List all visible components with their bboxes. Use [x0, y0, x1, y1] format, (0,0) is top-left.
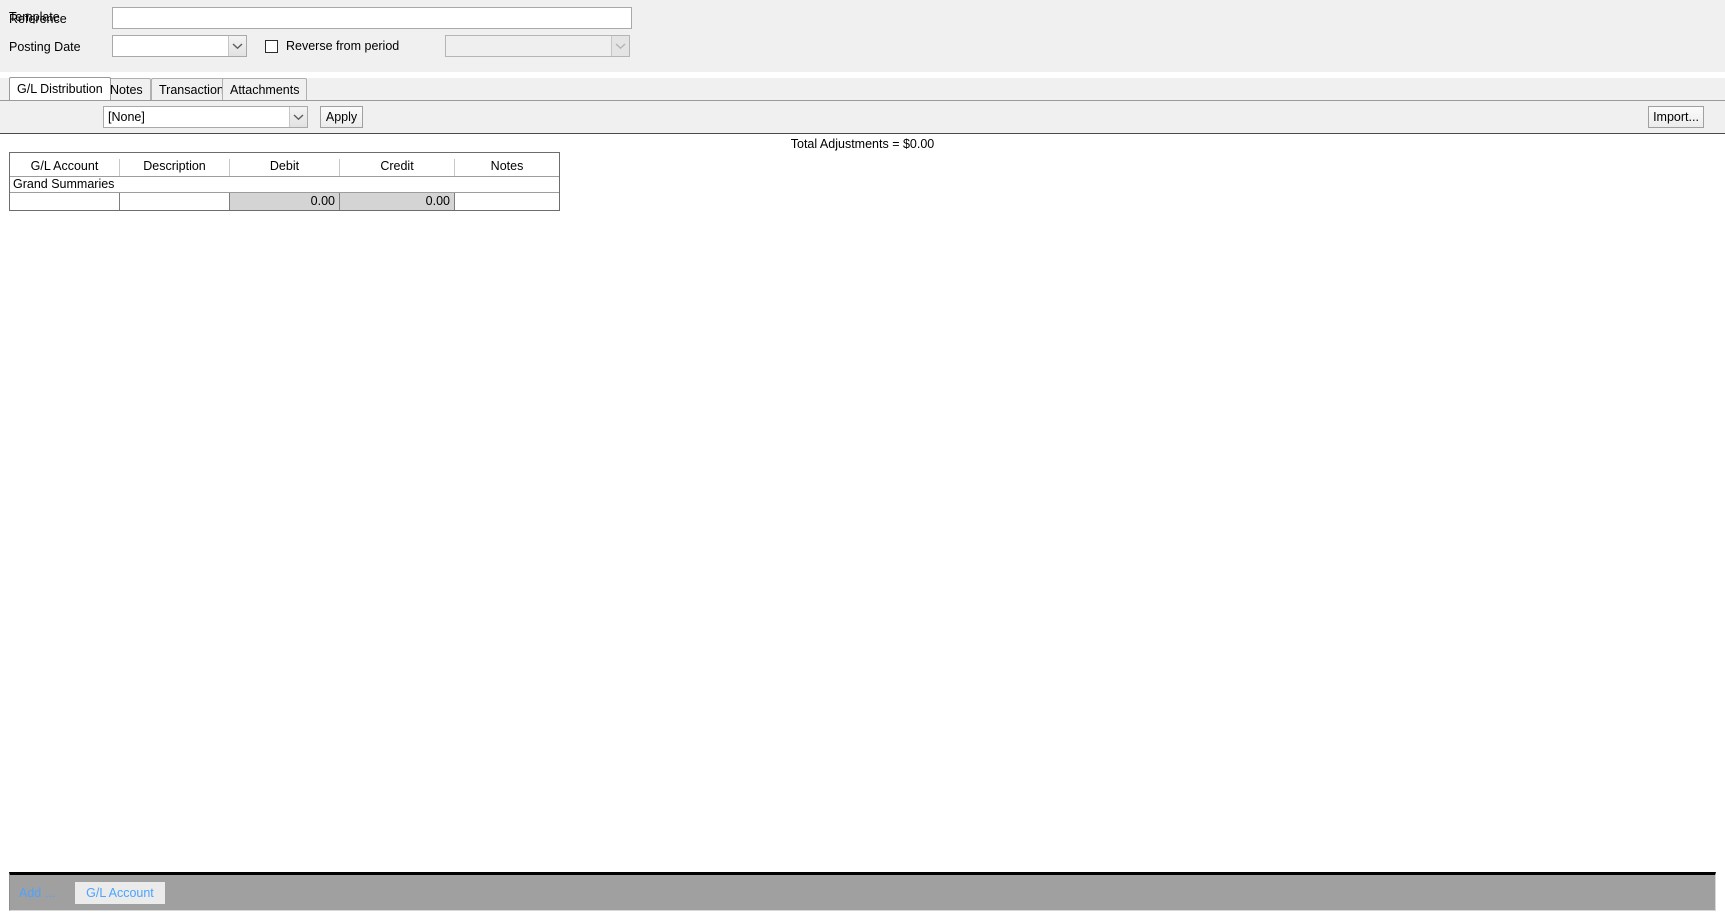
cell-gl-account[interactable] [10, 193, 120, 210]
gl-distribution-window: Reference Posting Date Reverse from peri… [0, 0, 1725, 923]
chevron-down-icon[interactable] [611, 36, 629, 56]
tab-label: Attachments [230, 82, 300, 97]
header-form-pane: Reference Posting Date Reverse from peri… [0, 0, 1725, 72]
template-label: Template [9, 10, 60, 24]
add-gl-account-button[interactable]: G/L Account [75, 881, 165, 904]
column-header-gl-account[interactable]: G/L Account [10, 159, 120, 176]
cell-notes[interactable] [455, 193, 559, 210]
apply-button[interactable]: Apply [320, 106, 363, 128]
import-button[interactable]: Import... [1648, 106, 1704, 128]
tab-label: Notes [110, 82, 143, 97]
column-header-description[interactable]: Description [120, 159, 230, 176]
posting-date-label: Posting Date [9, 40, 81, 54]
gl-distribution-grid[interactable]: G/L Account Description Debit Credit Not… [9, 152, 560, 211]
tab-strip: G/L Distribution Notes Transactions Atta… [0, 77, 1725, 100]
template-combo[interactable]: [None] [103, 106, 308, 128]
tab-label: Transactions [159, 82, 231, 97]
reference-input[interactable] [112, 7, 632, 29]
reverse-from-period-checkbox[interactable]: Reverse from period [265, 39, 399, 53]
chevron-down-icon[interactable] [289, 107, 307, 127]
cell-description[interactable] [120, 193, 230, 210]
content-pane [0, 133, 1725, 871]
reverse-from-period-label: Reverse from period [286, 39, 400, 53]
table-row[interactable]: 0.00 0.00 [10, 193, 559, 210]
tab-attachments[interactable]: Attachments [222, 78, 308, 100]
tab-gl-distribution[interactable]: G/L Distribution [9, 77, 111, 100]
chevron-down-icon[interactable] [228, 36, 246, 56]
grid-group-header-grand-summaries: Grand Summaries [10, 176, 559, 193]
posting-date-combo[interactable] [112, 35, 247, 57]
cell-debit[interactable]: 0.00 [230, 193, 340, 210]
column-header-credit[interactable]: Credit [340, 159, 455, 176]
template-value: [None] [108, 110, 145, 124]
grid-header-row: G/L Account Description Debit Credit Not… [10, 153, 559, 176]
column-header-debit[interactable]: Debit [230, 159, 340, 176]
column-header-notes[interactable]: Notes [455, 159, 559, 176]
checkbox-box[interactable] [265, 39, 278, 53]
period-select-combo[interactable] [445, 35, 630, 57]
bottom-action-bar: Add ... G/L Account [9, 872, 1716, 911]
add-label: Add ... [19, 885, 56, 900]
cell-credit[interactable]: 0.00 [340, 193, 455, 210]
tab-label: G/L Distribution [17, 82, 103, 96]
